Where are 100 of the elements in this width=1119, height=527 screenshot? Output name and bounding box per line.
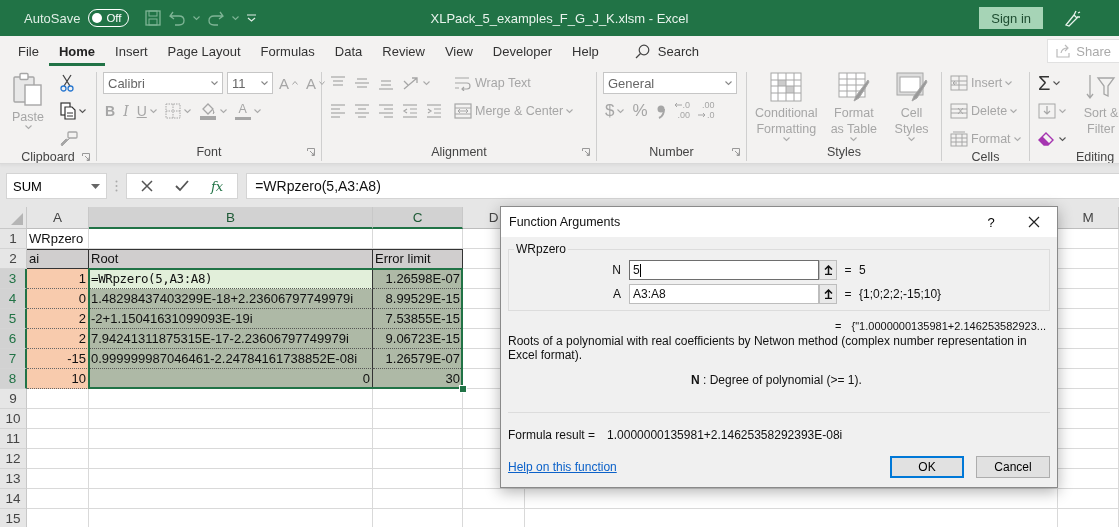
- column-header[interactable]: M: [1058, 207, 1119, 229]
- brush-icon: [60, 131, 78, 147]
- row-header[interactable]: 3: [0, 269, 27, 289]
- row-header[interactable]: 6: [0, 329, 27, 349]
- merge-cells-icon: [454, 103, 472, 119]
- row-header[interactable]: 2: [0, 249, 27, 269]
- ribbon-tab[interactable]: Page Layout: [157, 36, 251, 66]
- dialog-launcher-icon[interactable]: [582, 148, 590, 156]
- row-header[interactable]: 13: [0, 469, 27, 489]
- table-cell: 0: [27, 289, 89, 309]
- caret-icon: [192, 15, 200, 21]
- table-cell: 0.999999987046461-2.24784161738852E-08i: [89, 349, 373, 369]
- table-cell: ai: [27, 249, 89, 269]
- caret-icon: [211, 80, 218, 86]
- row-header[interactable]: 9: [0, 389, 27, 409]
- pen-icon: [1063, 9, 1081, 27]
- row-header[interactable]: 1: [0, 229, 27, 249]
- checkmark-icon: [175, 180, 189, 192]
- group-label: Cells: [971, 150, 1000, 163]
- fill-handle[interactable]: [459, 385, 467, 393]
- dialog-launcher-icon[interactable]: [732, 148, 740, 156]
- collapse-button[interactable]: [819, 260, 837, 280]
- row-header[interactable]: 10: [0, 409, 27, 429]
- row-header[interactable]: 5: [0, 309, 27, 329]
- cell-brush-icon: [895, 72, 928, 102]
- grip-dots-icon: [115, 180, 118, 192]
- share-icon: [1056, 44, 1072, 58]
- table-cell: 1: [27, 269, 89, 289]
- autosum-button[interactable]: Σ: [1036, 72, 1063, 94]
- name-box[interactable]: SUM: [6, 173, 107, 199]
- ribbon-tab[interactable]: Data: [324, 36, 373, 66]
- dialog-launcher-icon[interactable]: [82, 153, 90, 161]
- table-cell: [27, 429, 89, 449]
- help-button[interactable]: ?: [971, 214, 1011, 230]
- row-header[interactable]: 15: [0, 509, 27, 527]
- table-cell: [27, 489, 89, 509]
- result-preview: {"1.0000000135981+2.146253582923...: [851, 320, 1046, 332]
- table-cell: [27, 449, 89, 469]
- group-label: Styles: [826, 145, 861, 159]
- copy-button[interactable]: [58, 100, 88, 122]
- clipboard-icon: [13, 72, 43, 106]
- dialog-launcher-icon[interactable]: [307, 148, 315, 156]
- group-label: Editing: [1075, 150, 1115, 163]
- row-header[interactable]: 7: [0, 349, 27, 369]
- table-cell: 1.48298437403299E-18+2.23606797749979i: [89, 289, 373, 309]
- window-title: XLPack_5_examples_F_G_J_K.xlsm - Excel: [430, 10, 689, 26]
- caret-up-icon: [292, 81, 298, 85]
- insert-function-button[interactable]: fx: [211, 178, 224, 194]
- select-all-icon: [11, 213, 23, 225]
- group-label: Number: [649, 145, 694, 159]
- input-field[interactable]: 5: [629, 260, 819, 280]
- group-label: Font: [196, 145, 222, 159]
- column-header[interactable]: C: [373, 207, 463, 229]
- table-cell: 7.94241311875315E-17-2.23606797749979i: [89, 329, 373, 349]
- table-cell: -2+1.15041631099093E-19i: [89, 309, 373, 329]
- customize-icon: [246, 14, 256, 22]
- scissors-icon: [60, 74, 74, 92]
- argument-label: A: [612, 287, 622, 301]
- row-header[interactable]: 14: [0, 489, 27, 509]
- group-label: Clipboard: [21, 150, 75, 163]
- ribbon-tab[interactable]: Help: [562, 36, 609, 66]
- table-cell: -15: [27, 349, 89, 369]
- table-brush-icon: [837, 72, 870, 102]
- column-header[interactable]: A: [27, 207, 89, 229]
- table-cell: 8.99529E-15: [373, 289, 463, 309]
- row-header[interactable]: 12: [0, 449, 27, 469]
- table-cell: [1058, 489, 1119, 509]
- cancel-button[interactable]: Cancel: [976, 456, 1050, 478]
- close-icon: [1028, 216, 1040, 228]
- ribbon-tab[interactable]: Developer: [482, 36, 563, 66]
- diagonal-arrow-icon: [402, 75, 420, 91]
- column-header[interactable]: B: [89, 207, 373, 229]
- row-header[interactable]: 11: [0, 429, 27, 449]
- left-arrow-icon: [673, 102, 682, 108]
- ribbon-tab[interactable]: Review: [372, 36, 435, 66]
- undo-icon: [168, 10, 185, 26]
- ribbon-tab[interactable]: Formulas: [250, 36, 325, 66]
- collapse-button[interactable]: [819, 284, 837, 304]
- help-link[interactable]: Help on this function: [508, 460, 617, 474]
- borders-icon: [164, 103, 181, 119]
- input-field[interactable]: A3:A8: [629, 284, 819, 304]
- formula-field[interactable]: =WRpzero(5,A3:A8): [246, 173, 1119, 199]
- argument-value: 5: [859, 263, 867, 277]
- sign-in-button[interactable]: Sign in: [979, 7, 1043, 29]
- ok-button[interactable]: OK: [890, 456, 964, 478]
- group-label: Alignment: [431, 145, 487, 159]
- cut-button[interactable]: [58, 72, 76, 94]
- equals-sign: =: [843, 287, 853, 301]
- ribbon-tab[interactable]: File: [8, 36, 49, 66]
- table-cell: [27, 409, 89, 429]
- ribbon-tab[interactable]: Insert: [105, 36, 158, 66]
- ribbon-tab[interactable]: View: [434, 36, 483, 66]
- caret-icon: [231, 15, 239, 21]
- cancel-button[interactable]: [141, 180, 153, 192]
- enter-button[interactable]: [175, 180, 189, 192]
- row-header[interactable]: 8: [0, 369, 27, 389]
- row-header[interactable]: 4: [0, 289, 27, 309]
- delete-cells-icon: [950, 103, 968, 119]
- search-field[interactable]: Search: [657, 43, 738, 59]
- function-name: WRpzero: [514, 242, 568, 256]
